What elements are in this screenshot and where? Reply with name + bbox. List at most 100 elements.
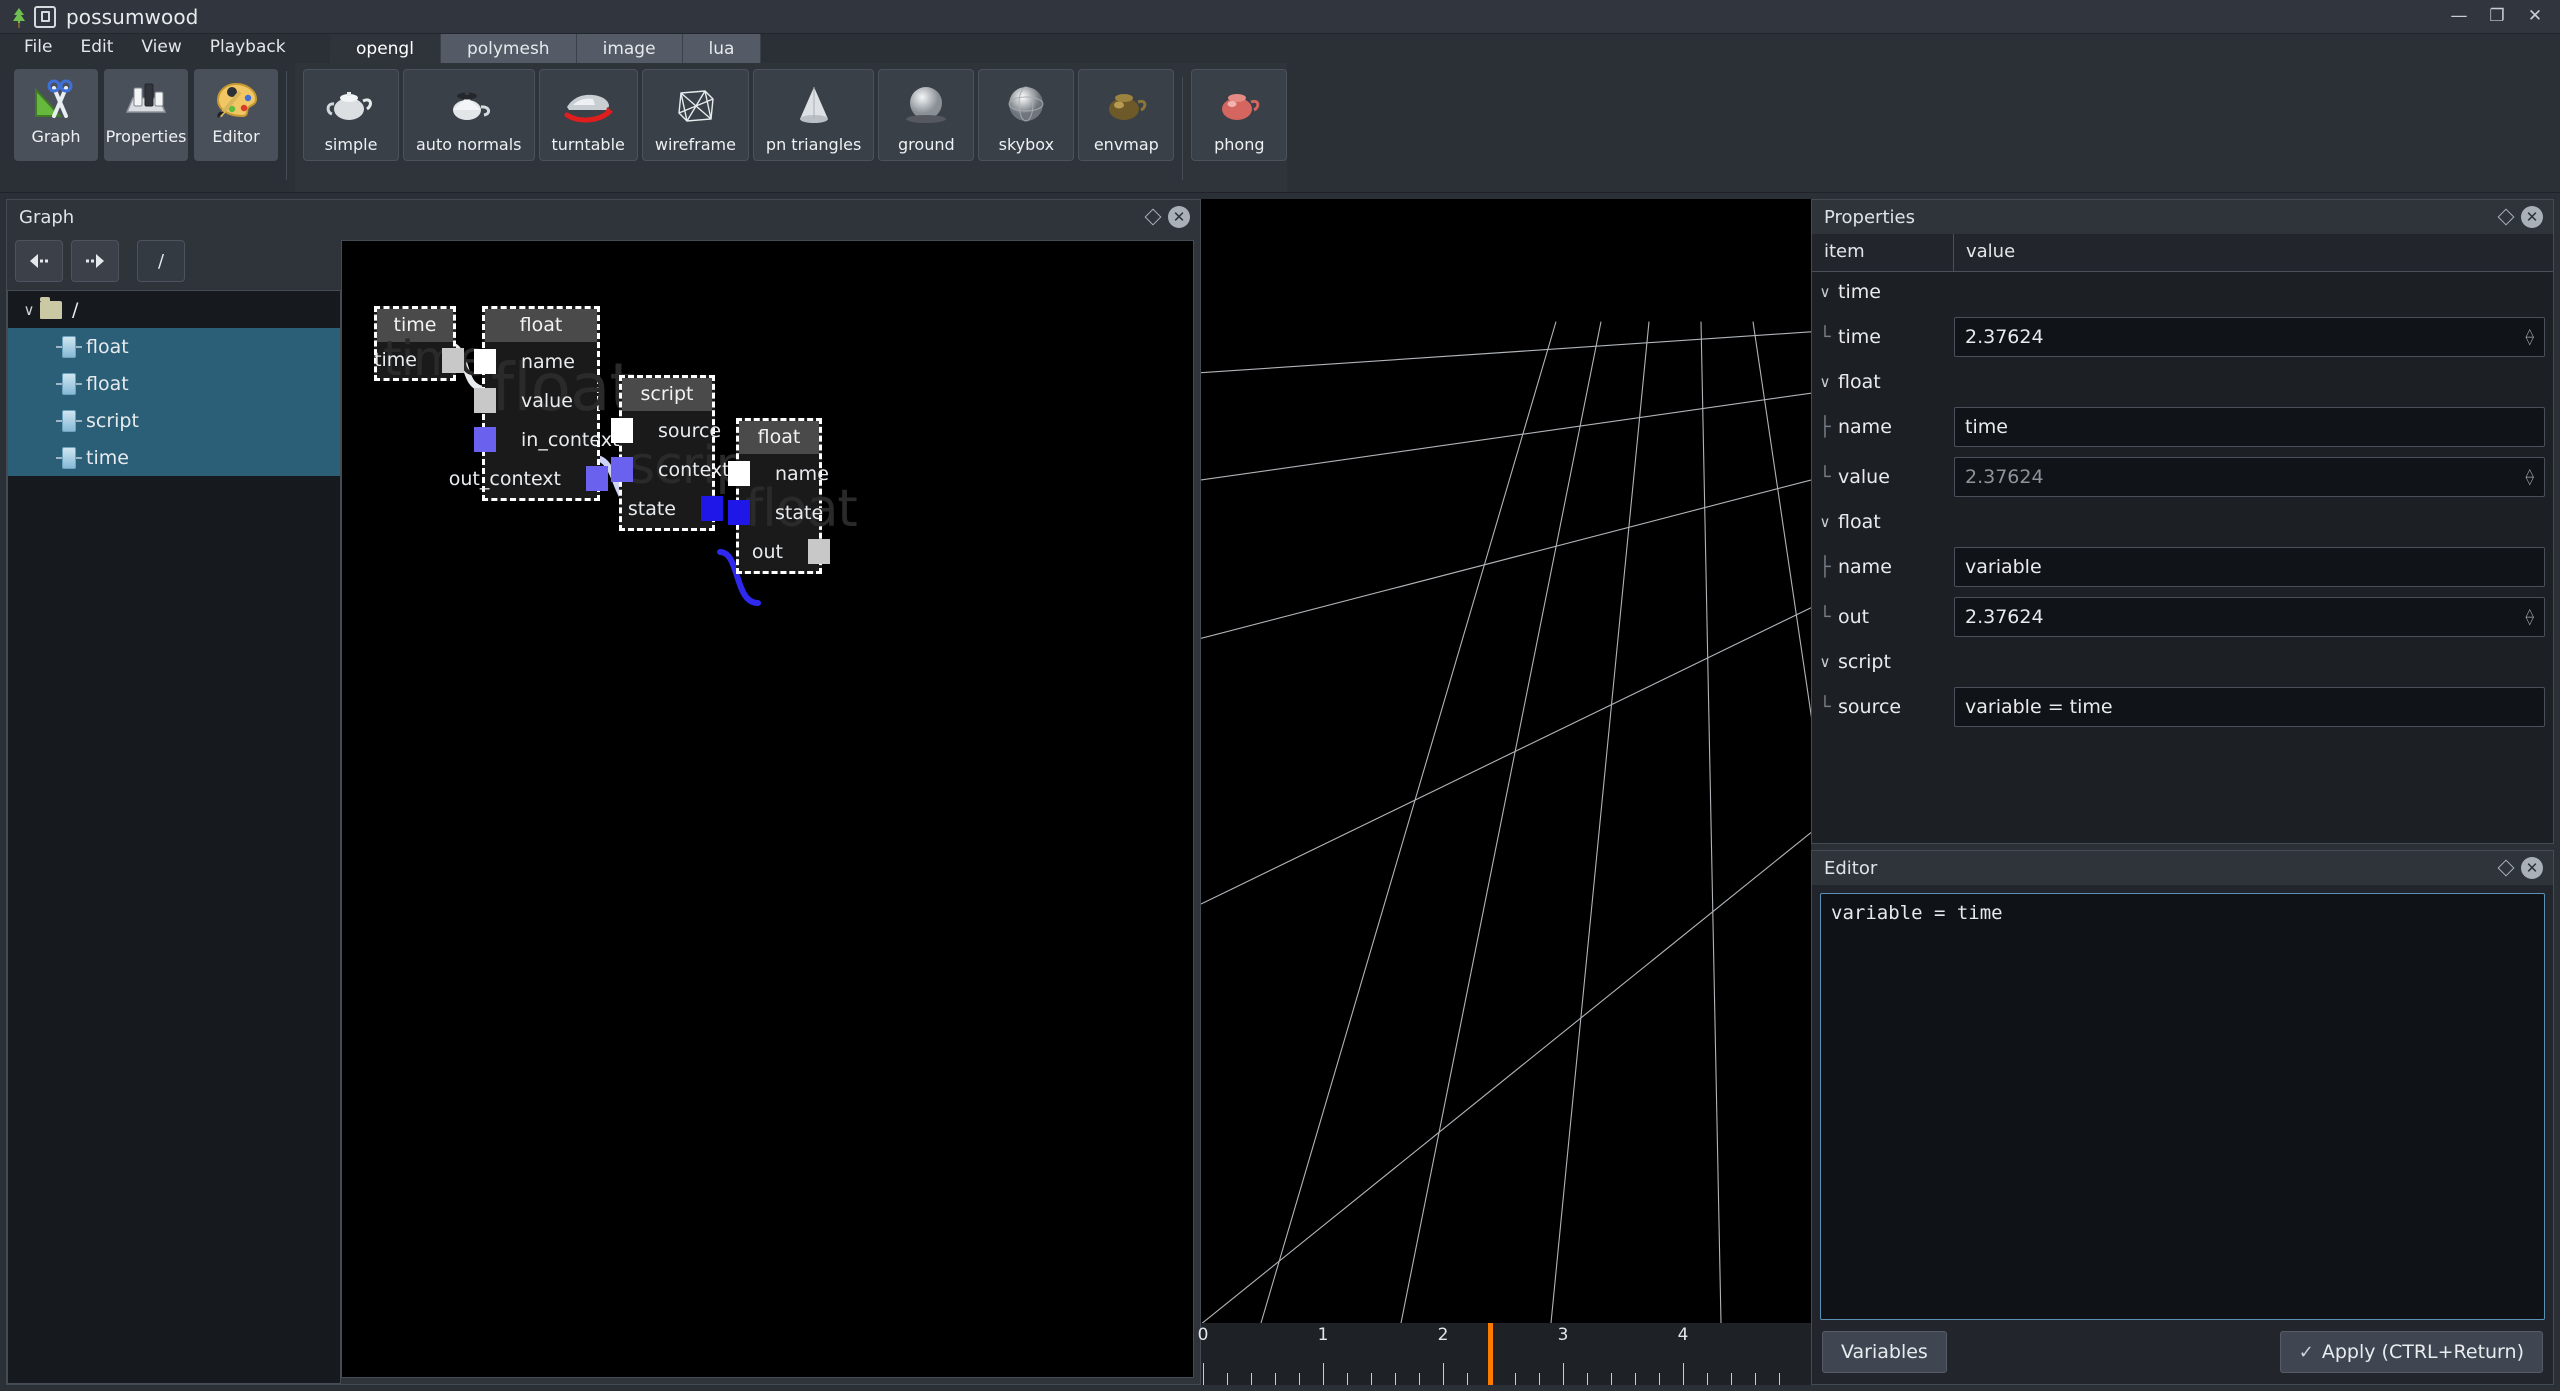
script-code-editor[interactable]: variable = time xyxy=(1820,893,2545,1320)
node-graph-canvas[interactable]: time time time float float name value in… xyxy=(341,240,1194,1378)
port-handle[interactable] xyxy=(474,427,496,452)
property-row-script-source[interactable]: └ source variable = time xyxy=(1812,682,2553,732)
close-icon[interactable]: ✕ xyxy=(2519,855,2545,881)
timeline[interactable]: 0 1 2 3 4 xyxy=(1198,1323,1811,1385)
node-port-state-in[interactable]: state xyxy=(728,493,823,532)
float2-name-input[interactable]: variable xyxy=(1954,547,2545,587)
property-row-float2-out[interactable]: └ out 2.37624 △ ▽ xyxy=(1812,592,2553,642)
graph-tree[interactable]: ∨ / float float script time xyxy=(7,290,341,1384)
port-handle[interactable] xyxy=(728,500,750,525)
close-icon[interactable]: ✕ xyxy=(1166,204,1192,230)
node-port-name-in[interactable]: name xyxy=(728,454,829,493)
property-row-float2-name[interactable]: ├ name variable xyxy=(1812,542,2553,592)
viewport-column: 0 1 2 3 4 xyxy=(1198,199,1811,1385)
port-handle[interactable] xyxy=(808,539,830,564)
preset-turntable-label: turntable xyxy=(551,135,625,154)
node-port-context-in[interactable]: context xyxy=(611,450,730,489)
close-icon[interactable]: ✕ xyxy=(2519,204,2545,230)
diamond-float-icon[interactable] xyxy=(2493,204,2519,230)
property-row-float1-value[interactable]: └ value 2.37624 △ ▽ xyxy=(1812,452,2553,502)
arrow-left-icon[interactable] xyxy=(15,240,63,282)
tab-opengl[interactable]: opengl xyxy=(330,34,441,63)
chevron-down-icon[interactable]: ∨ xyxy=(1812,513,1838,531)
graph-node-float-1[interactable]: float float name value in_context out_co… xyxy=(449,306,635,501)
port-handle[interactable] xyxy=(474,388,496,413)
diamond-float-icon[interactable] xyxy=(2493,855,2519,881)
property-row-float1-name[interactable]: ├ name time xyxy=(1812,402,2553,452)
tab-lua[interactable]: lua xyxy=(682,34,762,63)
node-port-out[interactable]: out xyxy=(739,532,830,571)
menu-item-playback[interactable]: Playback xyxy=(196,35,300,59)
minimize-button[interactable]: — xyxy=(2440,2,2478,32)
node-port-time-out[interactable]: time xyxy=(374,342,464,378)
tree-item-label: script xyxy=(86,409,139,432)
graph-node-float-2[interactable]: float float name state out xyxy=(728,418,858,574)
property-row-time[interactable]: └ time 2.37624 △ ▽ xyxy=(1812,312,2553,362)
graph-mode-button[interactable]: Graph xyxy=(14,69,98,161)
preset-wireframe-button[interactable]: wireframe xyxy=(641,69,749,161)
spinner-icon[interactable]: △ ▽ xyxy=(2526,327,2534,346)
properties-mode-button[interactable]: Properties xyxy=(104,69,188,161)
tab-image[interactable]: image xyxy=(576,34,683,63)
float2-out-input[interactable]: 2.37624 △ ▽ xyxy=(1954,597,2545,637)
port-handle[interactable] xyxy=(611,418,633,443)
tree-row-script[interactable]: script xyxy=(8,402,340,439)
arrow-right-icon[interactable] xyxy=(71,240,119,282)
graph-node-time[interactable]: time time time xyxy=(374,306,488,387)
graph-path-button[interactable]: / xyxy=(137,240,185,282)
time-value-input[interactable]: 2.37624 △ ▽ xyxy=(1954,317,2545,357)
preset-pn-triangles-button[interactable]: pn triangles xyxy=(752,69,875,161)
spinner-icon[interactable]: △ ▽ xyxy=(2526,607,2534,626)
port-label: out_context xyxy=(448,467,561,490)
chevron-down-icon[interactable]: ∨ xyxy=(18,301,40,319)
node-port-out-context[interactable]: out_context xyxy=(449,459,608,498)
maximize-button[interactable]: ❐ xyxy=(2478,2,2516,32)
apply-button[interactable]: ✓ Apply (CTRL+Return) xyxy=(2279,1331,2543,1373)
tab-polymesh[interactable]: polymesh xyxy=(440,34,577,63)
preset-skybox-button[interactable]: skybox xyxy=(978,69,1075,161)
tree-row-float-1[interactable]: float xyxy=(8,328,340,365)
float1-name-input[interactable]: time xyxy=(1954,407,2545,447)
diamond-float-icon[interactable] xyxy=(1140,204,1166,230)
tree-row-time[interactable]: time xyxy=(8,439,340,476)
preset-simple-button[interactable]: simple xyxy=(303,69,399,161)
node-port-value-in[interactable]: value xyxy=(474,381,597,420)
preset-auto-normals-button[interactable]: auto normals xyxy=(403,69,535,161)
chevron-down-icon[interactable]: ∨ xyxy=(1812,283,1838,301)
properties-table-body[interactable]: ∨ time └ time 2.37624 △ ▽ ∨ float ├ name… xyxy=(1812,272,2553,843)
property-group-float-2[interactable]: ∨ float xyxy=(1812,502,2553,542)
node-port-source-in[interactable]: source xyxy=(611,411,721,450)
property-group-script[interactable]: ∨ script xyxy=(1812,642,2553,682)
graph-node-script[interactable]: script script source context state xyxy=(611,375,768,531)
port-handle[interactable] xyxy=(586,466,608,491)
port-handle[interactable] xyxy=(442,348,464,373)
preset-envmap-button[interactable]: envmap xyxy=(1078,69,1175,161)
opengl-viewport[interactable] xyxy=(1201,199,1811,1323)
editor-mode-button[interactable]: Editor xyxy=(194,69,278,161)
port-handle[interactable] xyxy=(701,496,723,521)
node-port-in-context[interactable]: in_context xyxy=(474,420,619,459)
preset-ground-button[interactable]: ground xyxy=(878,69,975,161)
menu-item-view[interactable]: View xyxy=(127,35,195,59)
tree-row-root[interactable]: ∨ / xyxy=(8,291,340,328)
close-button[interactable]: ✕ xyxy=(2516,2,2554,32)
property-label: value xyxy=(1838,466,1890,488)
variables-button[interactable]: Variables xyxy=(1822,1331,1947,1373)
port-handle[interactable] xyxy=(474,349,496,374)
chevron-down-icon[interactable]: ∨ xyxy=(1812,653,1838,671)
chevron-down-icon[interactable]: ∨ xyxy=(1812,373,1838,391)
preset-phong-button[interactable]: phong xyxy=(1191,69,1288,161)
node-port-name-in[interactable]: name xyxy=(474,342,597,381)
timeline-playhead[interactable] xyxy=(1488,1323,1493,1385)
menu-item-file[interactable]: File xyxy=(10,35,66,59)
spinner-icon: △ ▽ xyxy=(2525,466,2534,487)
port-handle[interactable] xyxy=(728,461,750,486)
menu-item-edit[interactable]: Edit xyxy=(66,35,127,59)
property-group-float-1[interactable]: ∨ float xyxy=(1812,362,2553,402)
port-handle[interactable] xyxy=(611,457,633,482)
tree-row-float-2[interactable]: float xyxy=(8,365,340,402)
script-source-input[interactable]: variable = time xyxy=(1954,687,2545,727)
preset-turntable-button[interactable]: turntable xyxy=(538,69,638,161)
node-port-state-out[interactable]: state xyxy=(622,489,723,528)
property-group-time[interactable]: ∨ time xyxy=(1812,272,2553,312)
